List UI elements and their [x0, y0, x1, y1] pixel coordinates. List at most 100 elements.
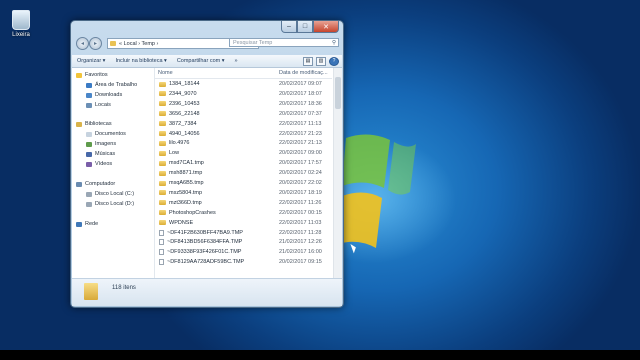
images-icon [86, 141, 92, 147]
organize-button[interactable]: Organizar ▾ [72, 58, 110, 64]
music-icon [86, 151, 92, 157]
folder-icon [110, 41, 116, 46]
nav-disk-c[interactable]: Disco Local (C:) [86, 190, 134, 198]
file-name-cell: lilo.4976 [159, 140, 190, 146]
file-name-cell: Low [159, 150, 179, 156]
file-name-cell: mzt366D.tmp [159, 200, 202, 206]
library-icon [76, 121, 82, 127]
file-list: Nome Data de modificaç... 1384_18144 20/0… [155, 68, 332, 278]
file-name-cell: 1384_18144 [159, 81, 200, 87]
preview-pane-icon[interactable]: ▥ [316, 56, 326, 66]
file-row[interactable]: msd7CA1.tmp 20/02/2017 17:57 [155, 159, 332, 169]
file-row[interactable]: 2344_9070 20/02/2017 18:07 [155, 90, 332, 100]
recycle-bin-icon [12, 10, 30, 30]
back-button[interactable]: ◂ [76, 37, 89, 50]
search-input[interactable]: Pesquisar Temp ⚲ [229, 38, 339, 47]
file-date: 20/02/2017 09:07 [279, 81, 322, 87]
navigation-pane: Favoritos Área de Trabalho Downloads Loc… [72, 68, 155, 278]
file-row[interactable]: WPDNSE 22/02/2017 11:03 [155, 219, 332, 229]
more-commands-button[interactable]: » [230, 58, 243, 64]
file-row[interactable]: msqA6B5.tmp 20/02/2017 22:02 [155, 179, 332, 189]
folder-icon [159, 101, 166, 107]
file-row[interactable]: PhotoshopCrashes 22/02/2017 00:15 [155, 209, 332, 219]
nav-locals[interactable]: Locais [86, 101, 111, 109]
help-icon[interactable]: ? [329, 56, 339, 66]
file-row[interactable]: ~DF8129AA728ADF59BC.TMP 20/02/2017 09:15 [155, 258, 332, 268]
file-row[interactable]: ~DF93338F93F426F01C.TMP 21/02/2017 16:00 [155, 248, 332, 258]
file-name: 4940_14056 [169, 130, 200, 137]
maximize-button[interactable]: □ [297, 21, 313, 33]
column-date[interactable]: Data de modificaç... [279, 70, 328, 76]
nav-music[interactable]: Músicas [86, 150, 115, 158]
scrollbar-thumb[interactable] [335, 77, 341, 109]
file-row[interactable]: 3872_7384 22/02/2017 11:13 [155, 120, 332, 130]
file-date: 20/02/2017 22:02 [279, 180, 322, 186]
file-name-cell: msh8871.tmp [159, 170, 202, 176]
file-row[interactable]: Low 20/02/2017 09:00 [155, 149, 332, 159]
close-button[interactable]: ✕ [313, 21, 339, 33]
search-icon[interactable]: ⚲ [332, 40, 336, 46]
file-name-cell: 3656_22148 [159, 111, 200, 117]
view-options-icon[interactable]: ▤ [303, 56, 313, 66]
minimize-button[interactable]: ‒ [281, 21, 297, 33]
folder-icon [159, 180, 166, 186]
file-name-cell: ~DF41F2B630BFF47BA9.TMP [159, 229, 243, 236]
nav-documents[interactable]: Documentos [86, 130, 126, 138]
nav-computer[interactable]: Computador [76, 180, 115, 188]
file-name: msz5804.tmp [169, 189, 203, 196]
column-name[interactable]: Nome [158, 70, 173, 76]
computer-icon [76, 181, 82, 187]
nav-videos[interactable]: Vídeos [86, 160, 112, 168]
file-row[interactable]: ~DF8413BD56F6384FFA.TMP 21/02/2017 12:26 [155, 238, 332, 248]
file-date: 22/02/2017 21:23 [279, 130, 322, 137]
nav-libraries[interactable]: Bibliotecas [76, 120, 112, 128]
folder-icon [159, 170, 166, 176]
file-row[interactable]: msz5804.tmp 20/02/2017 18:19 [155, 189, 332, 199]
drive-icon [86, 191, 92, 197]
file-date: 20/02/2017 02:24 [279, 170, 322, 177]
recycle-bin[interactable]: Lixeira [8, 10, 34, 38]
folder-icon [159, 190, 166, 196]
file-row[interactable]: 3656_22148 20/02/2017 07:37 [155, 110, 332, 120]
file-icon [159, 259, 164, 266]
column-header: Nome Data de modificaç... [155, 68, 332, 79]
file-date: 20/02/2017 17:57 [279, 160, 322, 167]
folder-icon [159, 210, 166, 216]
file-date: 20/02/2017 18:36 [279, 100, 322, 107]
folder-icon [159, 140, 166, 146]
folder-icon [159, 200, 166, 206]
file-date: 22/02/2017 11:28 [279, 229, 322, 236]
windows-logo [338, 134, 416, 248]
nav-network[interactable]: Rede [76, 220, 98, 228]
file-name-cell: PhotoshopCrashes [159, 210, 216, 216]
share-button[interactable]: Compartilhar com ▾ [172, 58, 230, 64]
file-row[interactable]: mzt366D.tmp 22/02/2017 11:26 [155, 199, 332, 209]
file-row[interactable]: ~DF41F2B630BFF47BA9.TMP 22/02/2017 11:28 [155, 229, 332, 239]
nav-desktop[interactable]: Área de Trabalho [86, 81, 137, 89]
nav-downloads[interactable]: Downloads [86, 91, 122, 99]
nav-images[interactable]: Imagens [86, 140, 116, 148]
nav-disk-d[interactable]: Disco Local (D:) [86, 200, 134, 208]
file-icon [159, 239, 164, 246]
breadcrumb[interactable]: « Local › Temp › [119, 41, 158, 47]
nav-favorites[interactable]: Favoritos [76, 71, 108, 79]
folder-icon [159, 81, 166, 87]
file-row[interactable]: msh8871.tmp 20/02/2017 02:24 [155, 169, 332, 179]
file-row[interactable]: 1384_18144 20/02/2017 09:07 [155, 80, 332, 90]
forward-button[interactable]: ▸ [89, 37, 102, 50]
file-row[interactable]: lilo.4976 22/02/2017 21:13 [155, 139, 332, 149]
file-row[interactable]: 4940_14056 22/02/2017 21:23 [155, 130, 332, 140]
file-row[interactable]: 2396_10453 20/02/2017 18:36 [155, 100, 332, 110]
file-date: 22/02/2017 00:15 [279, 209, 322, 216]
file-name: 3872_7384 [169, 120, 197, 127]
folder-icon [159, 111, 166, 117]
vertical-scrollbar[interactable] [333, 68, 342, 278]
title-bar[interactable]: ‒ □ ✕ ◂ ▸ « Local › Temp › ↻ Pesquisar T… [71, 21, 343, 55]
explorer-window: ‒ □ ✕ ◂ ▸ « Local › Temp › ↻ Pesquisar T… [70, 20, 344, 308]
file-name-cell: 2396_10453 [159, 101, 200, 107]
recycle-bin-label: Lixeira [12, 32, 30, 38]
file-name: ~DF8413BD56F6384FFA.TMP [167, 239, 243, 246]
file-date: 20/02/2017 18:19 [279, 189, 322, 196]
drive-icon [86, 201, 92, 207]
include-library-button[interactable]: Incluir na biblioteca ▾ [110, 58, 171, 64]
